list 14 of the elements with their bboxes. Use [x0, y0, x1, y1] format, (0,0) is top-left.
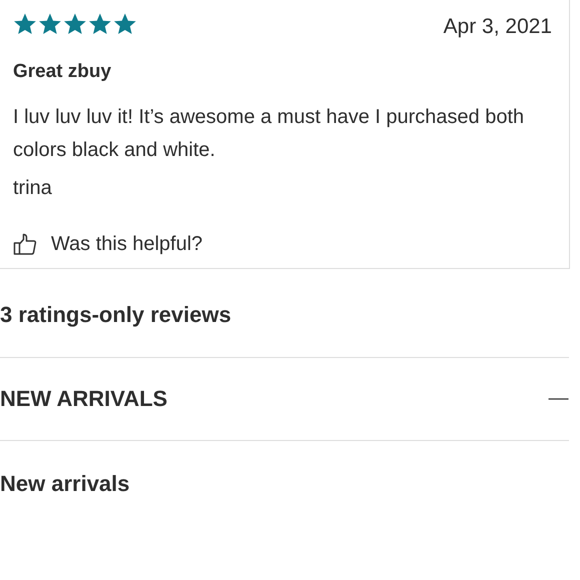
review-date: Apr 3, 2021 [443, 14, 552, 39]
thumbs-up-icon[interactable] [13, 232, 37, 256]
ratings-only-heading[interactable]: 3 ratings-only reviews [0, 302, 232, 328]
star-icon [13, 12, 37, 36]
section-content-heading: New arrivals [0, 471, 130, 497]
section-heading[interactable]: NEW ARRIVALS [0, 386, 168, 412]
star-icon [38, 12, 62, 36]
star-icon [63, 12, 87, 36]
star-icon [113, 12, 137, 36]
review-title: Great zbuy [13, 61, 112, 83]
helpful-prompt: Was this helpful? [51, 232, 203, 256]
review-author: trina [13, 177, 53, 200]
review-text: I luv luv luv it! It’s awesome a must have I purchased both colors black and white. [13, 105, 525, 163]
star-icon [88, 12, 112, 36]
